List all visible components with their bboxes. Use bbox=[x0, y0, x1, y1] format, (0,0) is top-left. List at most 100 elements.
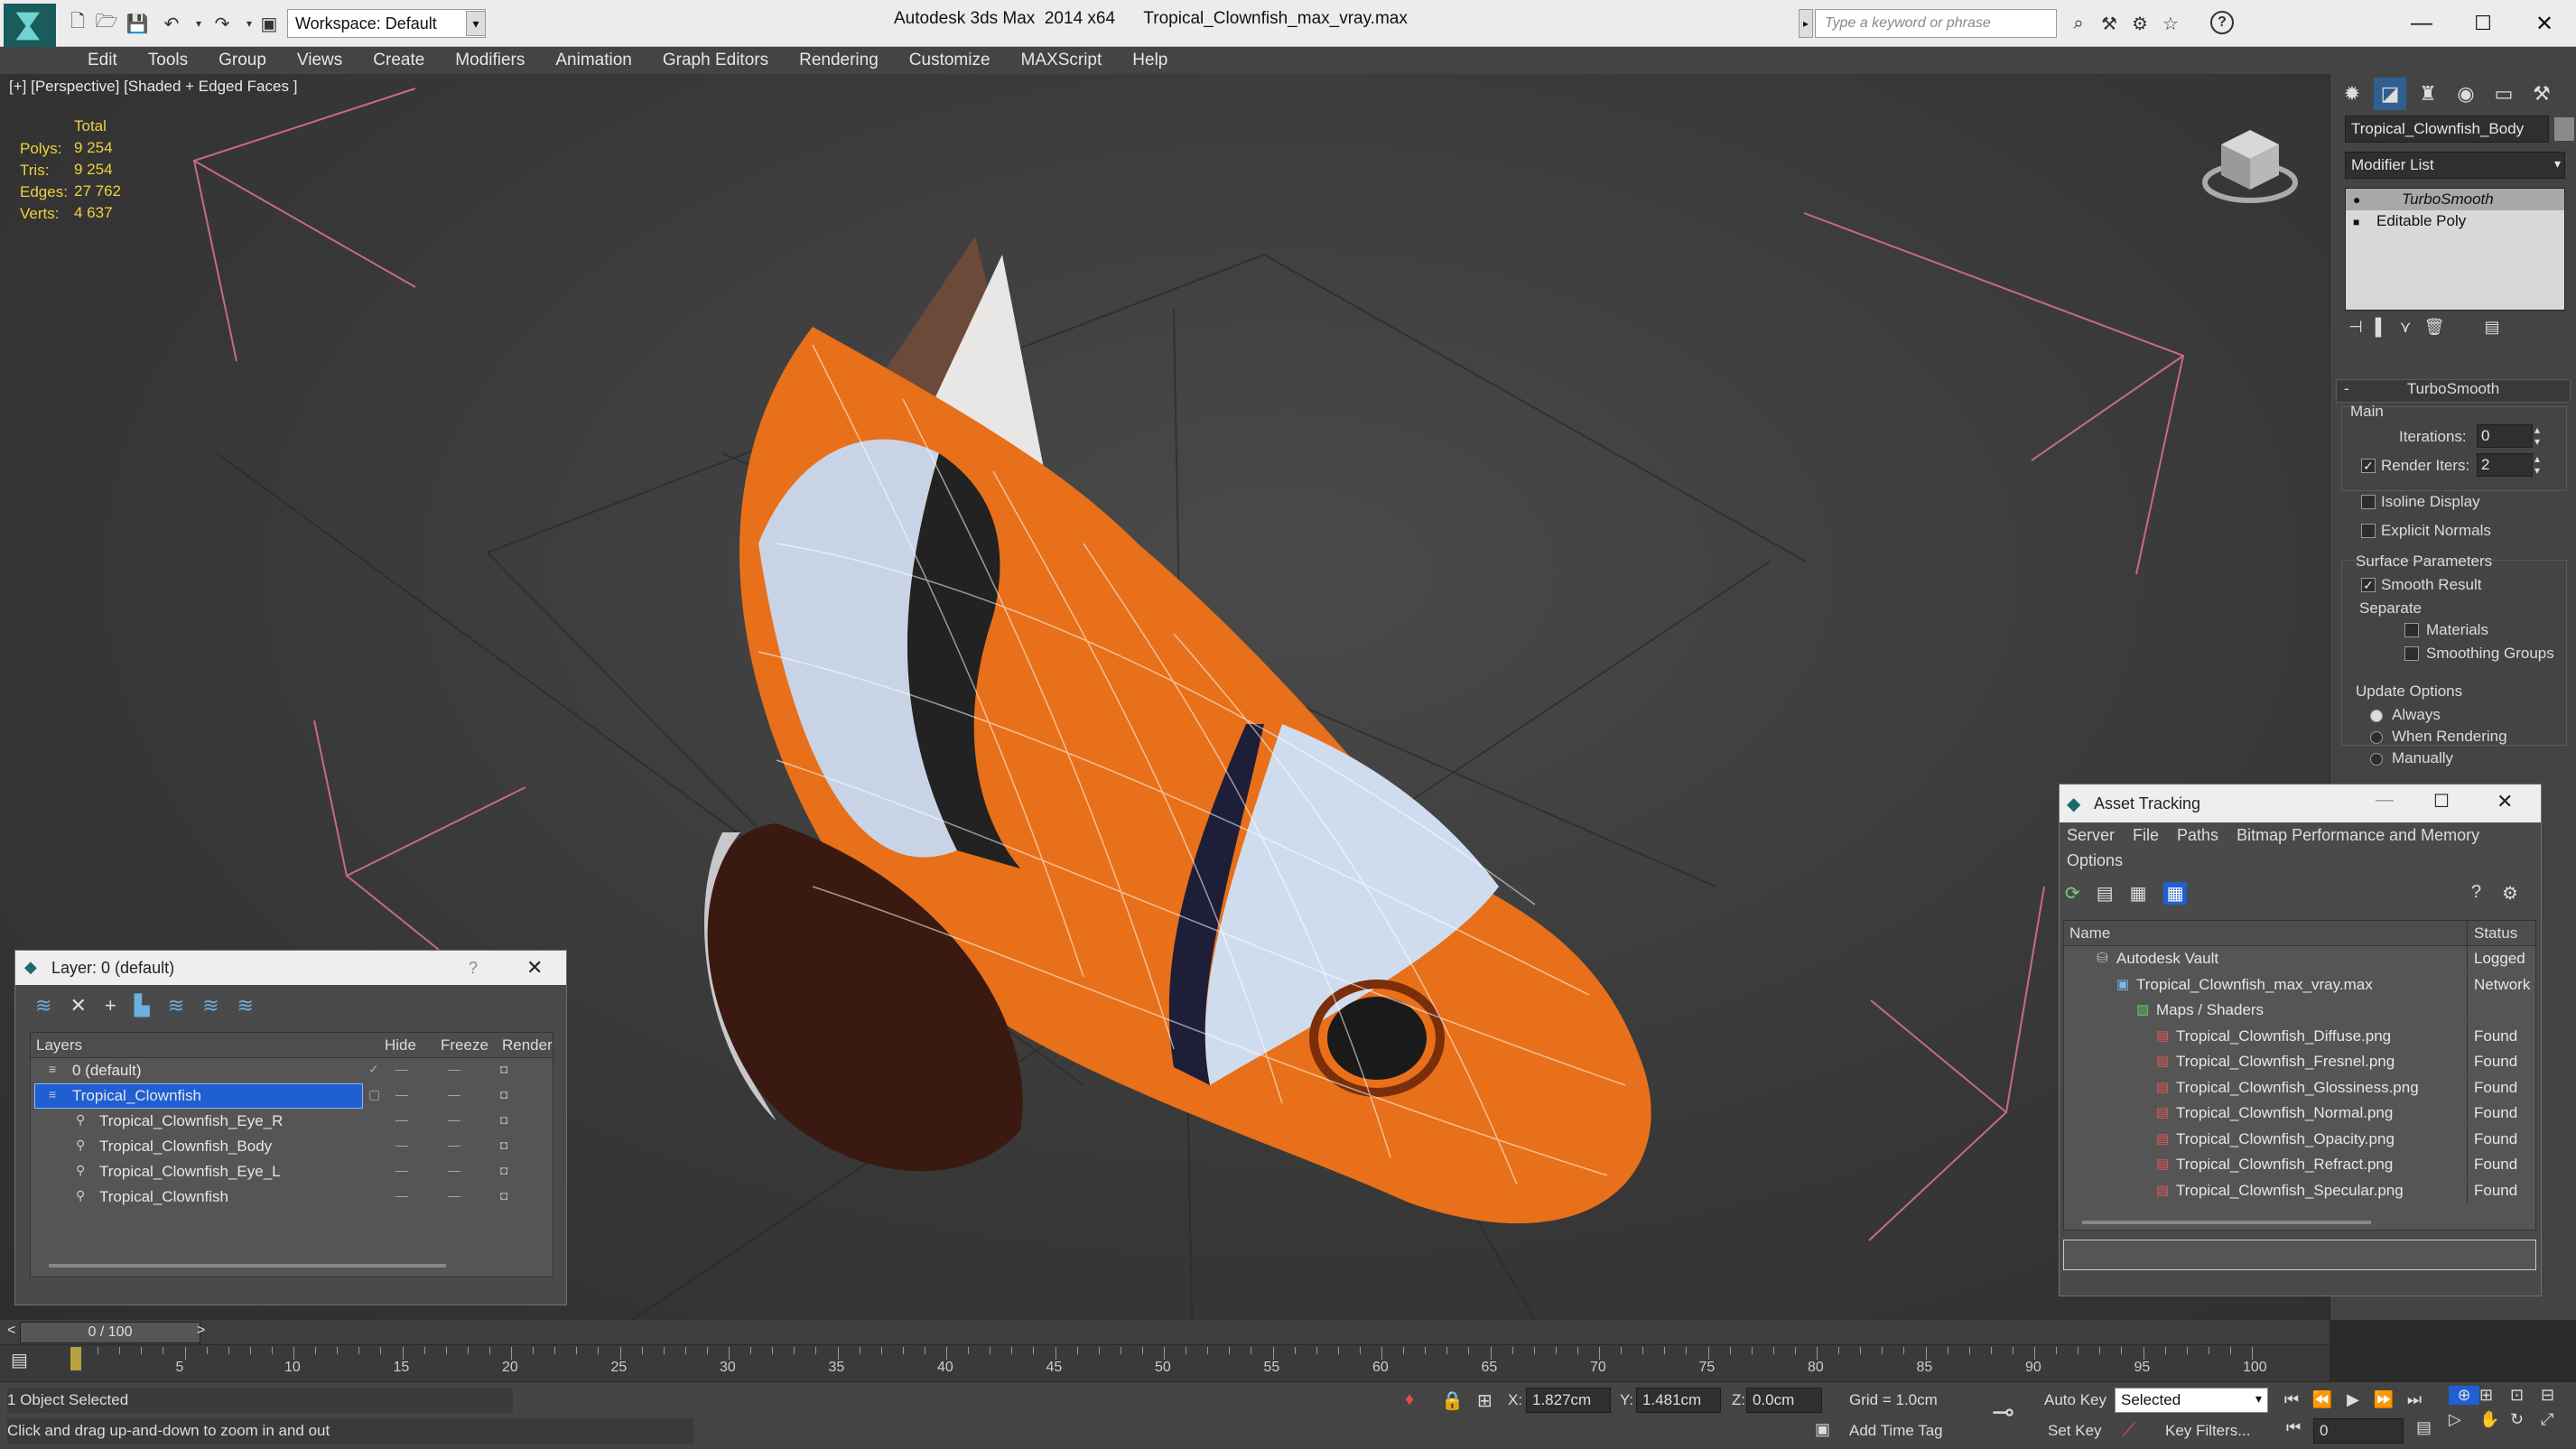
asset-row[interactable]: ▤ Tropical_Clownfish_Normal.png Found bbox=[2064, 1101, 2535, 1127]
menu-group[interactable]: Group bbox=[203, 47, 282, 74]
asset-row[interactable]: ▨ Maps / Shaders bbox=[2064, 998, 2535, 1024]
minimize-icon[interactable]: — bbox=[2376, 790, 2394, 811]
iterations-spinner[interactable]: ▴ ▾ bbox=[2534, 424, 2540, 448]
select-objects-icon[interactable]: ▙ bbox=[135, 994, 150, 1017]
menu-views[interactable]: Views bbox=[282, 47, 358, 74]
auto-key-button[interactable]: Auto Key bbox=[2044, 1391, 2106, 1409]
refresh-icon[interactable]: ⟳ bbox=[2065, 882, 2080, 905]
close-icon[interactable]: ✕ bbox=[526, 956, 543, 980]
remove-modifier-icon[interactable]: 🗑 bbox=[2424, 318, 2445, 345]
zoom-extents-all-icon[interactable]: ⊟ bbox=[2541, 1386, 2571, 1405]
make-unique-icon[interactable]: ⋎ bbox=[2399, 318, 2411, 345]
project-folder-icon[interactable]: ▣ bbox=[256, 11, 282, 36]
render-teapot-icon[interactable]: ◘ bbox=[500, 1062, 507, 1076]
modifier-list-dropdown[interactable]: Modifier List ▾ bbox=[2345, 152, 2565, 179]
render-teapot-icon[interactable]: ◘ bbox=[500, 1163, 507, 1177]
show-end-result-icon[interactable]: ▌ bbox=[2376, 318, 2387, 345]
pan-icon[interactable]: ✋ bbox=[2479, 1410, 2510, 1429]
app-logo-icon[interactable] bbox=[4, 4, 56, 49]
render-teapot-icon[interactable]: ◘ bbox=[500, 1188, 507, 1203]
menu-customize[interactable]: Customize bbox=[894, 47, 1006, 74]
menu-tools[interactable]: Tools bbox=[133, 47, 203, 74]
layer-row[interactable]: ⚲ Tropical_Clownfish_Body — — ◘ bbox=[31, 1134, 553, 1159]
modify-tab-icon[interactable]: ◪ bbox=[2374, 78, 2406, 110]
trackbar-toggle-icon[interactable]: ▤ bbox=[11, 1349, 28, 1371]
asset-window-header[interactable]: ◆ Asset Tracking — ☐ ✕ bbox=[2060, 785, 2541, 822]
freeze-toggle[interactable]: — bbox=[448, 1112, 460, 1127]
go-to-end-icon[interactable]: ⏭ bbox=[2400, 1386, 2429, 1413]
layer-row[interactable]: ⚲ Tropical_Clownfish_Eye_R — — ◘ bbox=[31, 1109, 553, 1134]
menu-file[interactable]: File bbox=[2133, 826, 2159, 845]
undo-icon[interactable]: ↶ bbox=[159, 11, 184, 36]
display-tab-icon[interactable]: ▭ bbox=[2488, 78, 2520, 110]
asset-row[interactable]: ▤ Tropical_Clownfish_Opacity.png Found bbox=[2064, 1126, 2535, 1153]
current-layer-icon[interactable]: ▢ bbox=[368, 1087, 380, 1102]
save-file-icon[interactable]: 💾 bbox=[125, 11, 150, 36]
expand-icon[interactable]: ■ bbox=[2353, 216, 2359, 228]
freeze-toggle[interactable]: — bbox=[448, 1163, 460, 1177]
set-key-icon[interactable]: ⊸ bbox=[1992, 1397, 2014, 1428]
search-expand-icon[interactable]: ▸ bbox=[1799, 9, 1813, 38]
help-icon[interactable]: ? bbox=[2210, 11, 2234, 34]
render-iters-spinner[interactable]: ▴ ▾ bbox=[2534, 453, 2540, 477]
layer-row[interactable]: ≡ 0 (default) ✓ — — ◘ bbox=[31, 1058, 553, 1083]
object-color-swatch[interactable] bbox=[2554, 117, 2574, 141]
isolate-icon[interactable]: ♦ bbox=[1405, 1389, 1414, 1410]
manually-radio[interactable] bbox=[2370, 753, 2383, 766]
y-coordinate-field[interactable]: 1.481cm bbox=[1636, 1388, 1721, 1413]
key-mode-toggle-icon[interactable]: ⏮ bbox=[2286, 1418, 2301, 1437]
col-name[interactable]: Name bbox=[2069, 924, 2110, 943]
time-tag-icon[interactable]: ▣ bbox=[1815, 1420, 1830, 1439]
search-input[interactable]: Type a keyword or phrase bbox=[1815, 9, 2057, 38]
key-filters-button[interactable]: Key Filters... bbox=[2165, 1422, 2250, 1440]
asset-row[interactable]: ▣ Tropical_Clownfish_max_vray.max Network bbox=[2064, 971, 2535, 999]
x-coordinate-field[interactable]: 1.827cm bbox=[1526, 1388, 1611, 1413]
asset-row[interactable]: ▤ Tropical_Clownfish_Specular.png Found bbox=[2064, 1177, 2535, 1204]
time-slider[interactable]: 0 / 100 bbox=[20, 1322, 200, 1343]
new-file-icon[interactable]: 🗋 bbox=[65, 11, 90, 36]
col-freeze[interactable]: Freeze bbox=[441, 1036, 488, 1054]
create-tab-icon[interactable]: ✹ bbox=[2336, 78, 2368, 110]
selection-lock-icon[interactable]: 🔒 bbox=[1441, 1389, 1464, 1412]
explicit-normals-checkbox[interactable] bbox=[2361, 524, 2376, 538]
hide-toggle[interactable]: — bbox=[395, 1138, 408, 1152]
help-icon[interactable]: ? bbox=[2471, 882, 2481, 903]
play-icon[interactable]: ▶ bbox=[2339, 1386, 2367, 1413]
freeze-all-icon[interactable]: ≋ bbox=[237, 994, 254, 1017]
absolute-mode-icon[interactable]: ⊞ bbox=[1477, 1389, 1493, 1412]
stack-item-editable-poly[interactable]: ■ Editable Poly bbox=[2346, 210, 2564, 232]
render-iters-checkbox[interactable]: ✓ bbox=[2361, 459, 2376, 473]
horizontal-scrollbar[interactable] bbox=[2082, 1221, 2371, 1224]
hide-all-icon[interactable]: ≋ bbox=[202, 994, 219, 1017]
table-view-icon[interactable]: ▦ bbox=[2162, 882, 2188, 905]
menu-modifiers[interactable]: Modifiers bbox=[440, 47, 540, 74]
workspace-menu-icon[interactable]: ▾ bbox=[466, 11, 486, 36]
prev-frame-icon[interactable]: < bbox=[7, 1323, 15, 1339]
maximize-viewport-icon[interactable]: ⤢ bbox=[2541, 1410, 2571, 1429]
zoom-icon[interactable]: ⊕ bbox=[2449, 1386, 2479, 1405]
render-iters-input[interactable]: 2 bbox=[2477, 453, 2533, 477]
close-icon[interactable]: ✕ bbox=[2497, 790, 2513, 813]
thumbnail-view-icon[interactable]: ▦ bbox=[2130, 882, 2147, 905]
asset-path-field[interactable] bbox=[2063, 1240, 2536, 1270]
hide-toggle[interactable]: — bbox=[395, 1087, 408, 1101]
hierarchy-tab-icon[interactable]: ♜ bbox=[2412, 78, 2444, 110]
col-render[interactable]: Render bbox=[502, 1036, 553, 1054]
binoculars-icon[interactable]: ⌕ bbox=[2066, 11, 2091, 36]
workspace-dropdown[interactable]: Workspace: Default ▾ bbox=[287, 9, 486, 38]
smooth-result-checkbox[interactable]: ✓ bbox=[2361, 578, 2376, 592]
add-time-tag[interactable]: Add Time Tag bbox=[1849, 1422, 1943, 1440]
freeze-toggle[interactable]: — bbox=[448, 1188, 460, 1203]
orbit-icon[interactable]: ↻ bbox=[2510, 1410, 2541, 1429]
time-config-icon[interactable]: ▤ bbox=[2416, 1418, 2432, 1437]
layer-row[interactable]: ⚲ Tropical_Clownfish — — ◘ bbox=[31, 1184, 553, 1210]
menu-help[interactable]: Help bbox=[1117, 47, 1183, 74]
freeze-toggle[interactable]: — bbox=[448, 1062, 460, 1076]
viewport-label[interactable]: [+] [Perspective] [Shaded + Edged Faces … bbox=[9, 78, 297, 96]
when-rendering-radio[interactable] bbox=[2370, 731, 2383, 744]
asset-row[interactable]: ▤ Tropical_Clownfish_Glossiness.png Found bbox=[2064, 1074, 2535, 1101]
pin-stack-icon[interactable]: ⊣ bbox=[2348, 318, 2363, 345]
highlight-selected-icon[interactable]: ≋ bbox=[168, 994, 184, 1017]
col-status[interactable]: Status bbox=[2474, 924, 2517, 943]
motion-tab-icon[interactable]: ◉ bbox=[2450, 78, 2482, 110]
